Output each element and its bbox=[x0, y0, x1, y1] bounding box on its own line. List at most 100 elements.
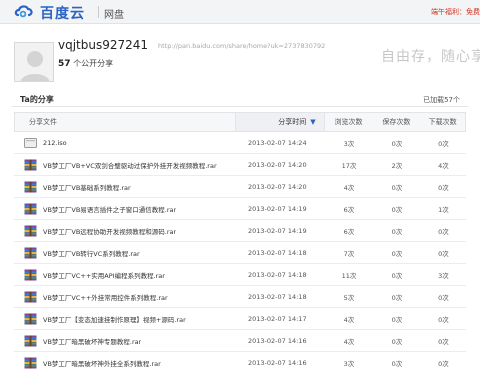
file-cell[interactable]: VB梦工厂VC++外挂常用控件系列教程.rar bbox=[14, 291, 235, 303]
share-time: 2013-02-07 14:18 bbox=[248, 292, 307, 301]
section-title: Ta的分享 bbox=[20, 95, 54, 104]
column-downloads[interactable]: 下载次数 bbox=[420, 117, 465, 127]
rar-archive-icon bbox=[24, 313, 37, 325]
column-views[interactable]: 浏览次数 bbox=[325, 117, 373, 127]
file-cell[interactable]: VB梦工厂VB基础系列教程.rar bbox=[14, 181, 235, 193]
file-cell[interactable]: VB梦工厂暗黑破坏神外挂全系列教程.rar bbox=[14, 357, 235, 369]
share-time: 2013-02-07 14:16 bbox=[248, 358, 307, 367]
table-row[interactable]: VB梦工厂VB基础系列教程.rar 2013-02-07 14:20 4次 0次 0次 bbox=[14, 176, 466, 198]
share-time: 2013-02-07 14:20 bbox=[248, 160, 307, 169]
file-cell[interactable]: VB梦工厂VB远程协助开发视频教程和源码.rar bbox=[14, 225, 235, 237]
share-time: 2013-02-07 14:19 bbox=[248, 226, 307, 235]
brand-subtitle[interactable]: 网盘 bbox=[104, 6, 124, 21]
sort-down-arrow-icon[interactable]: ▼ bbox=[310, 118, 315, 126]
file-cell[interactable]: VB梦工厂VB易语言插件之子窗口通信教程.rar bbox=[14, 203, 235, 215]
download-count: 0次 bbox=[438, 139, 449, 148]
share-count-label: 个公开分享 bbox=[73, 59, 114, 68]
table-row[interactable]: VB梦工厂VC++实用API编程系列教程.rar 2013-02-07 14:18… bbox=[14, 264, 466, 286]
section-divider bbox=[12, 106, 468, 107]
iso-file-icon bbox=[24, 137, 37, 149]
file-cell[interactable]: VB梦工厂【变态加速挂制作原理】视频+源码.rar bbox=[14, 313, 235, 325]
view-count: 3次 bbox=[343, 359, 355, 368]
brand-name[interactable]: 百度云 bbox=[40, 3, 85, 23]
column-saves[interactable]: 保存次数 bbox=[372, 117, 420, 127]
download-count: 4次 bbox=[438, 161, 449, 170]
share-count-number: 57 bbox=[58, 59, 71, 69]
save-count: 0次 bbox=[391, 205, 403, 214]
table-header: 分享文件 分享时间 ▼ 浏览次数 保存次数 下载次数 bbox=[14, 112, 466, 132]
save-count: 0次 bbox=[391, 337, 403, 346]
file-cell[interactable]: VB梦工厂VC++实用API编程系列教程.rar bbox=[14, 269, 235, 281]
save-count: 0次 bbox=[391, 249, 403, 258]
loaded-count: 已加载57个 bbox=[423, 96, 460, 104]
view-count: 7次 bbox=[343, 249, 355, 258]
view-count: 3次 bbox=[343, 139, 355, 148]
share-url[interactable]: http://pan.baidu.com/share/home?uk=27378… bbox=[158, 42, 325, 50]
file-cell[interactable]: VB梦工厂VB+VC双剑合璧驱动过保护外挂开发视频教程.rar bbox=[14, 159, 235, 171]
file-cell[interactable]: VB梦工厂暗黑破坏神专题教程.rar bbox=[14, 335, 235, 347]
save-count: 2次 bbox=[391, 161, 403, 170]
save-count: 0次 bbox=[391, 293, 403, 302]
rar-archive-icon bbox=[24, 203, 37, 215]
column-time-sort[interactable]: 分享时间 ▼ bbox=[235, 113, 325, 131]
file-name-link[interactable]: VB梦工厂【变态加速挂制作原理】视频+源码.rar bbox=[43, 314, 186, 324]
rar-archive-icon bbox=[24, 335, 37, 347]
table-row[interactable]: VB梦工厂VB易语言插件之子窗口通信教程.rar 2013-02-07 14:19… bbox=[14, 198, 466, 220]
save-count: 0次 bbox=[391, 315, 403, 324]
view-count: 11次 bbox=[341, 271, 357, 280]
table-row[interactable]: VB梦工厂VB+VC双剑合璧驱动过保护外挂开发视频教程.rar 2013-02-0… bbox=[14, 154, 466, 176]
view-count: 17次 bbox=[341, 161, 357, 170]
file-name-link[interactable]: VB梦工厂VB转行VC系列教程.rar bbox=[43, 248, 140, 258]
table-row[interactable]: VB梦工厂暗黑破坏神外挂全系列教程.rar 2013-02-07 14:16 3次 0… bbox=[14, 352, 466, 369]
brand-divider bbox=[98, 6, 99, 18]
save-count: 0次 bbox=[391, 271, 403, 280]
file-name-link[interactable]: VB梦工厂VB基础系列教程.rar bbox=[43, 182, 131, 192]
shares-section-header: Ta的分享 已加载57个 bbox=[0, 88, 480, 108]
column-file: 分享文件 bbox=[29, 118, 57, 126]
file-cell[interactable]: 212.iso bbox=[14, 137, 235, 149]
save-count: 0次 bbox=[391, 359, 403, 368]
file-name-link[interactable]: VB梦工厂暗黑破坏神专题教程.rar bbox=[43, 336, 141, 346]
download-count: 3次 bbox=[438, 271, 449, 280]
baidu-cloud-logo-icon[interactable] bbox=[14, 3, 34, 21]
file-name-link[interactable]: VB梦工厂VB远程协助开发视频教程和源码.rar bbox=[43, 226, 176, 236]
view-count: 6次 bbox=[343, 205, 355, 214]
rar-archive-icon bbox=[24, 181, 37, 193]
table-row[interactable]: VB梦工厂VB转行VC系列教程.rar 2013-02-07 14:18 7次 0次 0… bbox=[14, 242, 466, 264]
public-share-count: 57 个公开分享 bbox=[58, 58, 113, 69]
download-count: 0次 bbox=[438, 315, 449, 324]
file-name-link[interactable]: VB梦工厂VB易语言插件之子窗口通信教程.rar bbox=[43, 204, 176, 214]
view-count: 4次 bbox=[343, 315, 355, 324]
rar-archive-icon bbox=[24, 159, 37, 171]
view-count: 5次 bbox=[343, 293, 355, 302]
share-time: 2013-02-07 14:19 bbox=[248, 204, 307, 213]
table-row[interactable]: 212.iso 2013-02-07 14:24 3次 0次 0次 bbox=[14, 132, 466, 154]
file-name-link[interactable]: VB梦工厂VC++实用API编程系列教程.rar bbox=[43, 270, 165, 280]
file-name-link[interactable]: VB梦工厂VC++外挂常用控件系列教程.rar bbox=[43, 292, 168, 302]
download-count: 0次 bbox=[438, 293, 449, 302]
share-time: 2013-02-07 14:24 bbox=[248, 138, 307, 147]
view-count: 6次 bbox=[343, 227, 355, 236]
rar-archive-icon bbox=[24, 357, 37, 369]
file-name-link[interactable]: VB梦工厂暗黑破坏神外挂全系列教程.rar bbox=[43, 358, 161, 368]
table-row[interactable]: VB梦工厂暗黑破坏神专题教程.rar 2013-02-07 14:16 4次 0次 0次 bbox=[14, 330, 466, 352]
download-count: 0次 bbox=[438, 249, 449, 258]
shared-files-table: 分享文件 分享时间 ▼ 浏览次数 保存次数 下载次数 212.iso 2013-0… bbox=[14, 112, 466, 369]
download-count: 0次 bbox=[438, 337, 449, 346]
table-row[interactable]: VB梦工厂VB远程协助开发视频教程和源码.rar 2013-02-07 14:19… bbox=[14, 220, 466, 242]
table-row[interactable]: VB梦工厂VC++外挂常用控件系列教程.rar 2013-02-07 14:18 5… bbox=[14, 286, 466, 308]
username: vqjtbus927241 bbox=[58, 38, 149, 52]
rar-archive-icon bbox=[24, 291, 37, 303]
promo-link[interactable]: 端午福利：免费 bbox=[431, 7, 480, 17]
table-row[interactable]: VB梦工厂【变态加速挂制作原理】视频+源码.rar 2013-02-07 14:1… bbox=[14, 308, 466, 330]
file-name-link[interactable]: 212.iso bbox=[43, 139, 67, 147]
save-count: 0次 bbox=[391, 183, 403, 192]
file-cell[interactable]: VB梦工厂VB转行VC系列教程.rar bbox=[14, 247, 235, 259]
file-name-link[interactable]: VB梦工厂VB+VC双剑合璧驱动过保护外挂开发视频教程.rar bbox=[43, 160, 217, 170]
share-time: 2013-02-07 14:20 bbox=[248, 182, 307, 191]
share-time: 2013-02-07 14:18 bbox=[248, 248, 307, 257]
share-time: 2013-02-07 14:18 bbox=[248, 270, 307, 279]
download-count: 0次 bbox=[438, 183, 449, 192]
share-time: 2013-02-07 14:16 bbox=[248, 336, 307, 345]
view-count: 4次 bbox=[343, 337, 355, 346]
